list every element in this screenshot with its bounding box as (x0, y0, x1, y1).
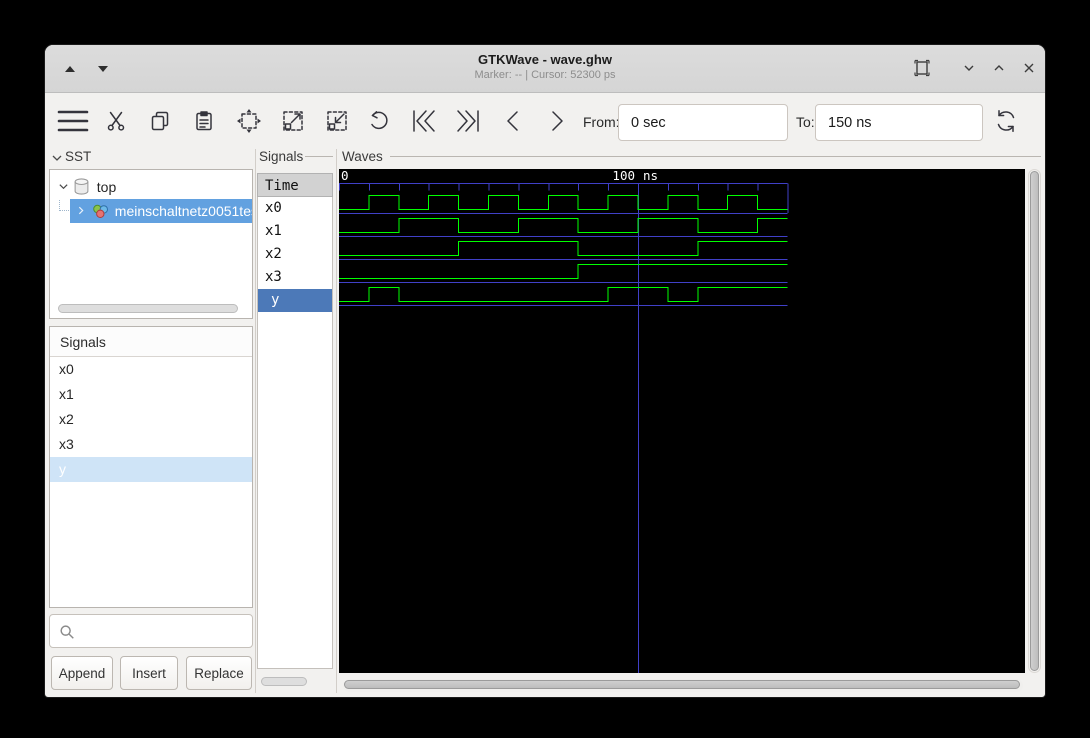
copy-button[interactable] (142, 104, 178, 140)
chevron-down-icon (957, 56, 981, 80)
names-frame-line (305, 156, 333, 157)
undo-button[interactable] (362, 104, 398, 140)
insert-button[interactable]: Insert (120, 656, 178, 690)
list-item-x3[interactable]: x3 (50, 432, 252, 457)
sst-tree: top meinschaltnetz0051testb (49, 169, 253, 319)
maximize-button[interactable] (984, 54, 1014, 84)
wave-horizontal-scrollbar-thumb[interactable] (344, 680, 1020, 689)
reload-icon (992, 107, 1020, 135)
close-button[interactable] (1014, 54, 1044, 84)
fit-window-button[interactable] (907, 54, 937, 84)
signal-names-column: Time x0 x1 x2 x3 y (257, 173, 333, 669)
chevron-right-icon (545, 108, 569, 134)
step-right-button[interactable] (539, 104, 575, 140)
trace-x1 (339, 219, 788, 233)
zoom-out-button[interactable] (319, 104, 355, 140)
zoom-out-icon (324, 108, 350, 134)
list-item-x0[interactable]: x0 (50, 357, 252, 382)
skip-to-start-icon (410, 108, 438, 134)
wave-name-x2[interactable]: x2 (258, 243, 332, 266)
expander-down-icon[interactable] (56, 175, 70, 199)
close-icon (1017, 56, 1041, 80)
list-item-y[interactable]: y (50, 457, 252, 482)
time-column-header: Time (257, 173, 333, 197)
skip-to-end-icon (454, 108, 482, 134)
waves-frame-line (390, 156, 1041, 157)
trace-x2 (339, 242, 788, 256)
marker-cursor-status: Marker: -- | Cursor: 52300 ps (45, 68, 1045, 83)
tree-item-label: top (97, 179, 116, 195)
menu-icon (57, 108, 89, 134)
wave-vertical-scrollbar[interactable] (1028, 169, 1041, 673)
tree-item-top[interactable]: top (50, 175, 252, 199)
signal-search-field[interactable] (49, 614, 253, 648)
replace-button[interactable]: Replace (186, 656, 252, 690)
menu-button[interactable] (55, 104, 91, 140)
minimize-button[interactable] (954, 54, 984, 84)
zoom-fit-button[interactable] (231, 104, 267, 140)
waves-frame-label: Waves (342, 149, 383, 164)
go-to-end-button[interactable] (450, 104, 486, 140)
undo-icon (367, 108, 393, 134)
fit-window-icon (910, 56, 934, 80)
wave-name-x1[interactable]: x1 (258, 220, 332, 243)
paste-button[interactable] (186, 104, 222, 140)
list-item-x2[interactable]: x2 (50, 407, 252, 432)
copy-icon (148, 109, 172, 133)
module-spheres-icon (92, 204, 109, 219)
titlebar[interactable]: GTKWave - wave.ghw Marker: -- | Cursor: … (45, 45, 1045, 93)
reload-button[interactable] (988, 104, 1024, 140)
trace-x3 (339, 265, 788, 279)
cut-button[interactable] (98, 104, 134, 140)
zoom-fit-icon (236, 108, 262, 134)
tree-item-testbench[interactable]: meinschaltnetz0051testb (50, 199, 252, 223)
tree-item-label: meinschaltnetz0051testb (115, 203, 252, 219)
from-input[interactable] (618, 104, 788, 141)
chevron-up-icon (987, 56, 1011, 80)
wave-name-x0[interactable]: x0 (258, 197, 332, 220)
database-cylinder-icon (74, 178, 89, 195)
names-horizontal-scrollbar[interactable] (261, 677, 307, 686)
from-label: From: (583, 114, 620, 130)
list-item-x1[interactable]: x1 (50, 382, 252, 407)
names-frame-label: Signals (259, 149, 303, 164)
sst-horizontal-scrollbar[interactable] (58, 304, 238, 313)
gtkwave-window: GTKWave - wave.ghw Marker: -- | Cursor: … (44, 44, 1046, 698)
to-input[interactable] (815, 104, 983, 141)
chevron-left-icon (501, 108, 525, 134)
sst-collapse-icon[interactable] (51, 152, 63, 164)
zoom-in-button[interactable] (275, 104, 311, 140)
svg-text:0: 0 (341, 169, 349, 183)
signal-search-list: Signals x0 x1 x2 x3 y (49, 326, 253, 608)
wave-name-y[interactable]: y (258, 289, 332, 312)
cut-icon (104, 109, 128, 133)
window-title: GTKWave - wave.ghw (45, 51, 1045, 68)
step-left-button[interactable] (495, 104, 531, 140)
paste-icon (192, 109, 216, 133)
append-button[interactable]: Append (51, 656, 113, 690)
wave-horizontal-scrollbar[interactable] (343, 679, 1023, 692)
svg-text:100: 100 (612, 169, 635, 183)
svg-text:ns: ns (643, 169, 658, 183)
to-label: To: (796, 114, 815, 130)
trace-y (339, 288, 788, 302)
wave-name-x3[interactable]: x3 (258, 266, 332, 289)
zoom-in-icon (280, 108, 306, 134)
signal-list-header: Signals (50, 327, 252, 357)
panel-divider (255, 149, 256, 693)
trace-x0 (339, 196, 788, 210)
go-to-start-button[interactable] (406, 104, 442, 140)
names-waves-splitter[interactable] (336, 149, 337, 693)
wave-canvas-svg: 0 100 ns (339, 169, 1025, 673)
tree-guide-line (59, 199, 69, 211)
wave-vertical-scrollbar-thumb[interactable] (1030, 171, 1039, 671)
wave-canvas[interactable]: 0 100 ns (339, 169, 1025, 673)
search-icon (58, 623, 76, 641)
expander-right-icon[interactable] (74, 199, 88, 223)
sst-frame-label: SST (65, 149, 91, 164)
